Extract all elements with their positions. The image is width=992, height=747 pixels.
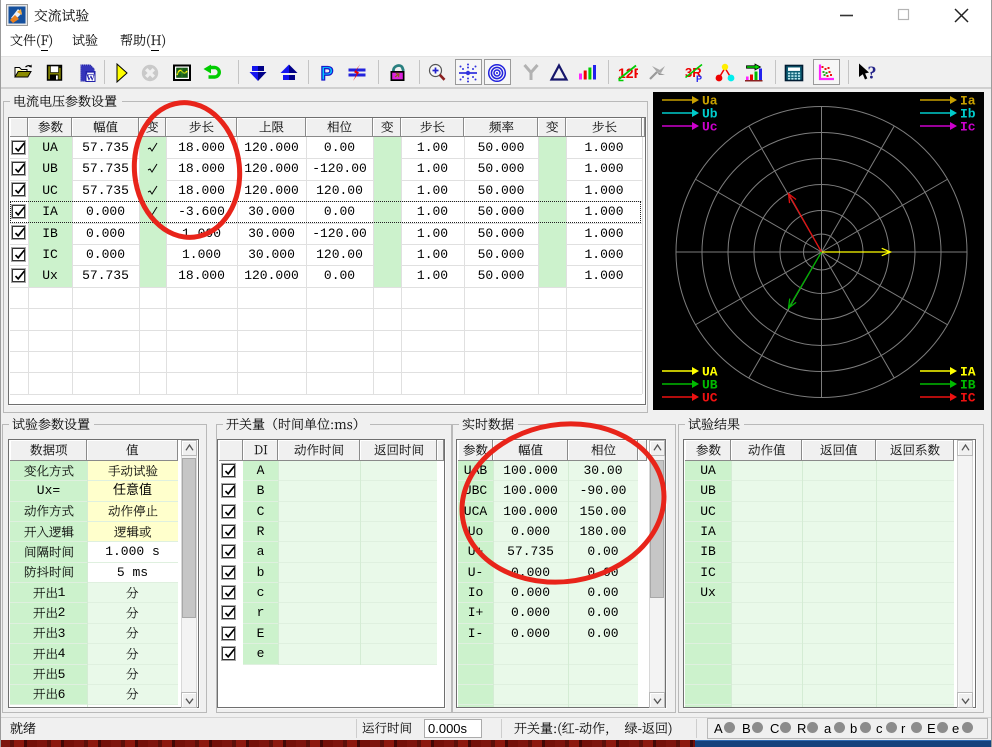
svg-text:UC: UC — [702, 391, 718, 406]
svg-text:IC: IC — [960, 391, 976, 406]
svg-text:P: P — [321, 64, 334, 83]
svg-text:?: ? — [868, 63, 877, 83]
svg-text:P: P — [696, 74, 702, 83]
svg-text:W: W — [86, 73, 95, 83]
svg-text:Uc: Uc — [702, 120, 718, 135]
svg-text:Ic: Ic — [960, 120, 976, 135]
